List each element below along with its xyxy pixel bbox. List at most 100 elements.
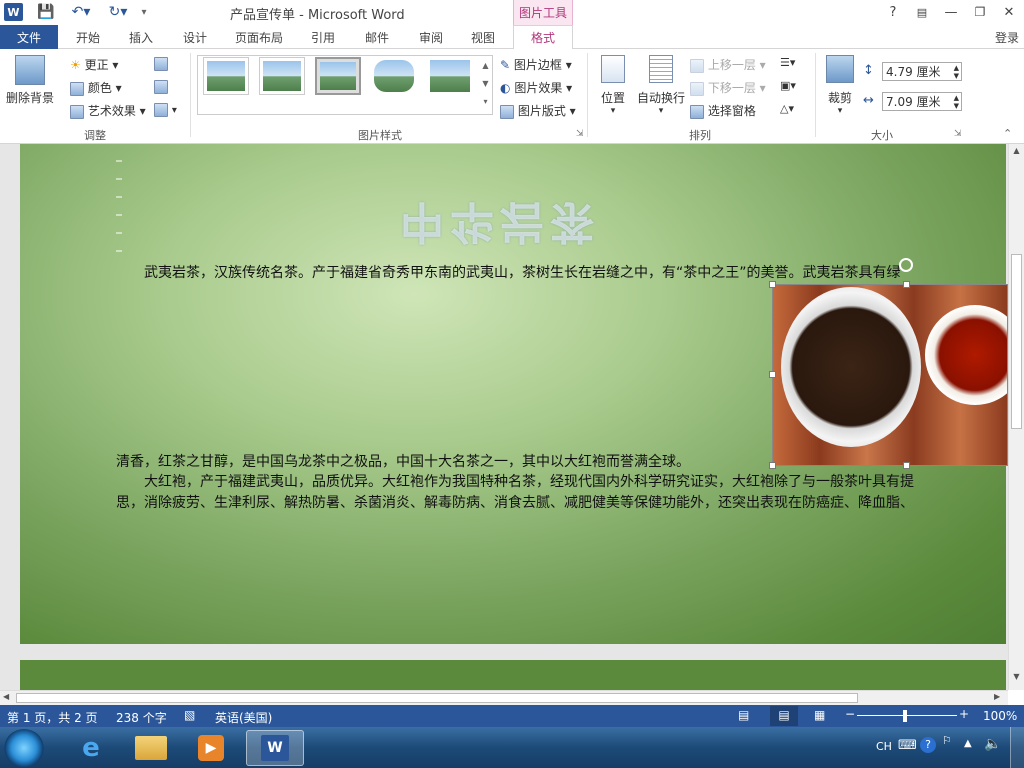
tab-file[interactable]: 文件 (0, 25, 58, 49)
word-logo-icon[interactable]: W (4, 3, 23, 21)
zoom-in-icon[interactable]: + (959, 707, 969, 721)
bring-forward-button[interactable]: 上移一层 ▾ (690, 56, 766, 73)
height-input[interactable]: 4.79 厘米 ▲ ▼ (882, 62, 962, 81)
tab-references[interactable]: 引用 (304, 25, 342, 49)
save-icon[interactable]: 💾 (36, 3, 56, 21)
pencil-icon: ✎ (500, 58, 511, 72)
color-button[interactable]: 颜色 ▾ (70, 79, 122, 96)
input-language[interactable]: CH (876, 740, 892, 753)
zoom-slider-thumb[interactable] (903, 710, 907, 722)
rotate-handle-icon[interactable] (899, 258, 913, 272)
minimize-button[interactable]: — (940, 3, 962, 21)
word-taskbar-icon[interactable]: W (246, 730, 304, 766)
width-spinner[interactable]: ▲ ▼ (954, 94, 961, 110)
picture-style-1[interactable] (203, 57, 249, 95)
sun-icon: ☀ (70, 58, 81, 72)
width-input[interactable]: 7.09 厘米 ▲ ▼ (882, 92, 962, 111)
wrap-text-icon (649, 55, 673, 83)
scroll-down-icon[interactable]: ▼ (1010, 672, 1023, 686)
redo-icon[interactable]: ↻▾ (104, 3, 132, 21)
restore-button[interactable]: ❐ (969, 3, 991, 21)
scroll-right-icon[interactable]: ▶ (994, 692, 1000, 701)
read-mode-icon[interactable]: ▤ (738, 708, 749, 722)
show-hidden-icons-icon[interactable]: ▲ (964, 738, 972, 749)
media-player-icon[interactable]: ▶ (186, 730, 236, 766)
group-icon[interactable]: ▣▾ (780, 79, 796, 92)
picture-effects-button[interactable]: ◐ 图片效果 ▾ (500, 79, 572, 96)
horizontal-scrollbar[interactable]: ◀ ▶ (0, 690, 1008, 705)
artistic-effects-button[interactable]: 艺术效果 ▾ (70, 102, 146, 119)
selection-pane-button[interactable]: 选择窗格 (690, 102, 756, 119)
tab-insert[interactable]: 插入 (122, 25, 160, 49)
tab-review[interactable]: 审阅 (412, 25, 450, 49)
print-layout-icon[interactable]: ▤ (770, 706, 798, 726)
tab-mailings[interactable]: 邮件 (358, 25, 396, 49)
rotate-icon[interactable]: △▾ (780, 102, 794, 115)
tab-design[interactable]: 设计 (176, 25, 214, 49)
change-picture-icon[interactable] (154, 79, 168, 94)
crop-button[interactable]: 裁剪 ▾ (822, 55, 858, 119)
tab-format[interactable]: 格式 (513, 25, 573, 50)
vertical-scrollbar[interactable]: ▲ ▼ (1008, 144, 1024, 690)
proofing-icon[interactable]: ▧ (184, 708, 195, 722)
web-layout-icon[interactable]: ▦ (814, 708, 825, 722)
help-icon[interactable]: ? (920, 737, 936, 753)
keyboard-icon[interactable]: ⌨ (898, 738, 917, 753)
customize-toolbar-icon[interactable]: ▾ (134, 3, 154, 21)
resize-handle-nw[interactable] (769, 281, 776, 288)
file-explorer-icon[interactable] (126, 730, 176, 766)
tea-photo[interactable] (772, 284, 1008, 466)
corrections-button[interactable]: ☀ 更正 ▾ (70, 56, 118, 73)
zoom-level[interactable]: 100% (983, 709, 1017, 723)
zoom-out-icon[interactable]: − (845, 707, 855, 721)
position-button[interactable]: 位置 ▾ (595, 55, 631, 119)
remove-background-button[interactable]: 删除背景 (4, 55, 56, 117)
zoom-slider[interactable] (857, 715, 957, 716)
language-indicator[interactable]: 英语(美国) (215, 709, 272, 726)
paragraph-2[interactable]: 大红袍，产于福建武夷山，品质优异。大红袍作为我国特种名茶，经现代国内外科学研究证… (144, 471, 914, 491)
picture-border-button[interactable]: ✎ 图片边框 ▾ (500, 56, 572, 73)
dialog-launcher-icon[interactable]: ⇲ (576, 129, 584, 139)
reset-picture-icon[interactable]: ▾ (154, 102, 177, 117)
align-icon[interactable]: ☰▾ (780, 56, 795, 69)
height-spinner[interactable]: ▲ ▼ (954, 64, 961, 80)
paragraph-1[interactable]: 武夷岩茶，汉族传统名茶。产于福建省奇秀甲东南的武夷山，茶树生长在岩缝之中，有“茶… (144, 262, 901, 282)
compress-pictures-icon[interactable] (154, 56, 168, 71)
wrap-text-button[interactable]: 自动换行 ▾ (634, 55, 688, 119)
notification-icon[interactable]: ⚐ (942, 734, 952, 747)
resize-handle-n[interactable] (903, 281, 910, 288)
resize-handle-w[interactable] (769, 371, 776, 378)
size-dialog-launcher-icon[interactable]: ⇲ (954, 129, 962, 139)
internet-explorer-icon[interactable]: e (66, 730, 116, 766)
scroll-up-icon[interactable]: ▲ (1010, 146, 1023, 160)
resize-handle-sw[interactable] (769, 462, 776, 469)
volume-icon[interactable]: 🔈 (984, 736, 1001, 752)
help-button[interactable]: ? (882, 3, 904, 21)
show-desktop-button[interactable] (1010, 727, 1024, 768)
wordart-title[interactable]: 中华岩茶 (400, 194, 600, 258)
picture-style-2[interactable] (259, 57, 305, 95)
page-count[interactable]: 第 1 页，共 2 页 (7, 709, 98, 726)
paragraph-3[interactable]: 思，消除疲劳、生津利尿、解热防暑、杀菌消炎、解毒防病、消食去腻、减肥健美等保健功… (116, 492, 914, 512)
resize-handle-s[interactable] (903, 462, 910, 469)
word-count[interactable]: 238 个字 (116, 709, 167, 726)
picture-style-5[interactable] (427, 57, 473, 95)
collapse-ribbon-icon[interactable]: ⌃ (1003, 127, 1012, 140)
tab-home[interactable]: 开始 (70, 25, 106, 49)
gallery-scroll-buttons[interactable]: ▲ ▼ ▾ (480, 57, 491, 113)
sign-in-link[interactable]: 登录 (990, 25, 1024, 49)
tab-view[interactable]: 视图 (464, 25, 502, 49)
picture-style-3[interactable] (315, 57, 361, 95)
picture-style-4[interactable] (371, 57, 417, 95)
undo-icon[interactable]: ↶▾ (66, 3, 96, 21)
tab-page-layout[interactable]: 页面布局 (230, 25, 288, 49)
paragraph-1-continued[interactable]: 清香，红茶之甘醇，是中国乌龙茶中之极品，中国十大名茶之一，其中以大红袍而誉满全球… (116, 451, 690, 471)
ribbon-display-options-icon[interactable]: ▤ (911, 3, 933, 21)
vertical-scroll-thumb[interactable] (1011, 254, 1022, 429)
close-button[interactable]: ✕ (998, 3, 1020, 21)
send-backward-button[interactable]: 下移一层 ▾ (690, 79, 766, 96)
start-button[interactable] (4, 729, 44, 767)
horizontal-scroll-thumb[interactable] (16, 693, 858, 703)
scroll-left-icon[interactable]: ◀ (3, 692, 9, 701)
picture-layout-button[interactable]: 图片版式 ▾ (500, 102, 576, 119)
